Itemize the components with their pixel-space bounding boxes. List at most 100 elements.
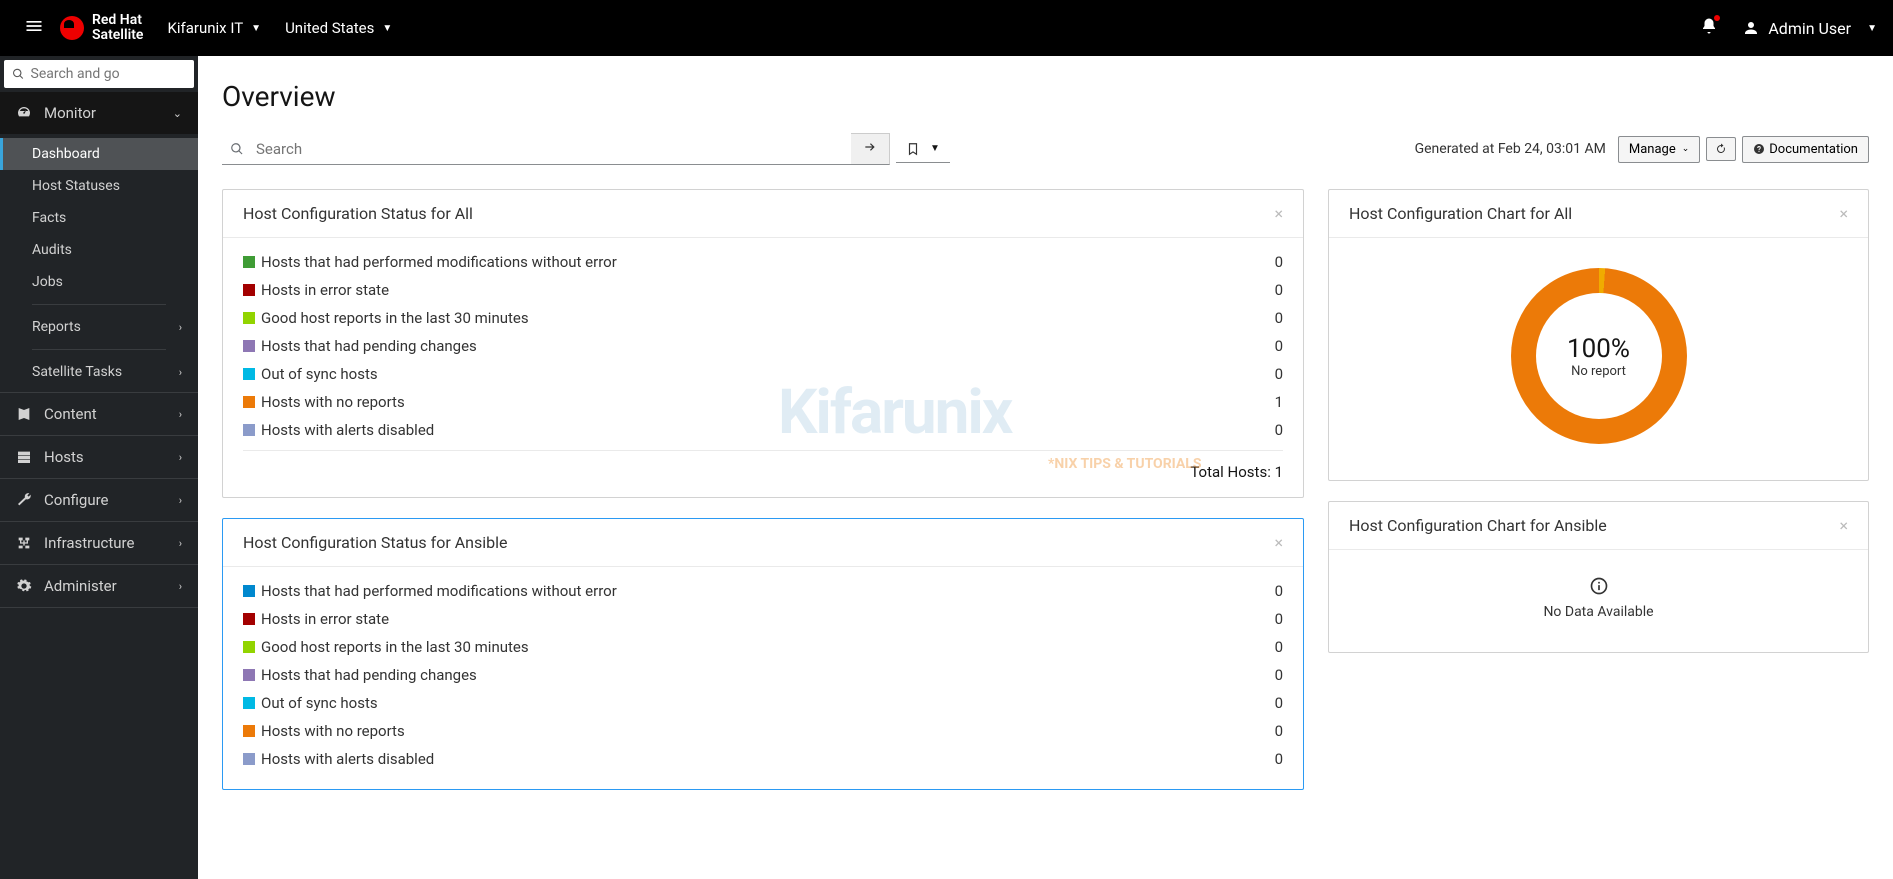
book-icon [16, 406, 32, 422]
no-data-text: No Data Available [1543, 604, 1653, 620]
caret-down-icon: ⌄ [1682, 144, 1690, 154]
status-row[interactable]: Hosts with alerts disabled0 [243, 745, 1283, 773]
location-dropdown[interactable]: United States ▼ [285, 19, 392, 37]
color-swatch [243, 340, 255, 352]
notification-dot-icon [1714, 15, 1720, 21]
nav-configure[interactable]: Configure › [0, 479, 198, 521]
user-menu[interactable]: Admin User ▼ [1742, 19, 1877, 38]
refresh-button[interactable] [1706, 137, 1736, 161]
nav-facts[interactable]: Facts [0, 202, 198, 234]
status-row[interactable]: Hosts in error state0 [243, 605, 1283, 633]
search-icon [230, 142, 244, 156]
nav-jobs[interactable]: Jobs [0, 266, 198, 298]
manage-button[interactable]: Manage ⌄ [1618, 136, 1700, 163]
nav-hosts-label: Hosts [44, 448, 84, 466]
status-value: 0 [1275, 638, 1283, 656]
status-label: Hosts that had performed modifications w… [261, 582, 1275, 600]
brand-logo[interactable]: Red Hat Satellite [60, 13, 143, 44]
status-row[interactable]: Hosts in error state0 [243, 276, 1283, 304]
widget-title: Host Configuration Status for Ansible [243, 533, 508, 552]
color-swatch [243, 256, 255, 268]
total-value: 1 [1275, 463, 1283, 481]
nav-content[interactable]: Content › [0, 393, 198, 435]
widget-chart-all: Host Configuration Chart for All × 100% … [1328, 189, 1869, 481]
status-label: Hosts with alerts disabled [261, 421, 1275, 439]
nav-dashboard[interactable]: Dashboard [0, 138, 198, 170]
redhat-icon [60, 16, 84, 40]
status-row[interactable]: Hosts that had pending changes0 [243, 332, 1283, 360]
close-icon[interactable]: × [1839, 516, 1848, 535]
wrench-icon [16, 492, 32, 508]
color-swatch [243, 669, 255, 681]
status-row[interactable]: Hosts with no reports0 [243, 717, 1283, 745]
dashboard-icon [16, 105, 32, 121]
nav-administer[interactable]: Administer › [0, 565, 198, 607]
color-swatch [243, 725, 255, 737]
brand-text: Red Hat Satellite [92, 13, 143, 44]
close-icon[interactable]: × [1274, 533, 1283, 552]
status-label: Hosts with alerts disabled [261, 750, 1275, 768]
hamburger-button[interactable] [16, 8, 52, 48]
nav-audits[interactable]: Audits [0, 234, 198, 266]
org-dropdown[interactable]: Kifarunix IT ▼ [167, 19, 261, 37]
status-row[interactable]: Good host reports in the last 30 minutes… [243, 633, 1283, 661]
chevron-right-icon: › [179, 537, 182, 550]
nav-host-statuses[interactable]: Host Statuses [0, 170, 198, 202]
status-label: Hosts that had pending changes [261, 666, 1275, 684]
widget-status-ansible: Host Configuration Status for Ansible × … [222, 518, 1304, 790]
nav-infrastructure[interactable]: Infrastructure › [0, 522, 198, 564]
nav-tasks-label: Satellite Tasks [32, 364, 122, 380]
search-submit-button[interactable] [851, 133, 890, 165]
search-bar[interactable] [222, 134, 852, 165]
server-icon [16, 449, 32, 465]
status-row[interactable]: Hosts with alerts disabled0 [243, 416, 1283, 444]
nav-hosts[interactable]: Hosts › [0, 436, 198, 478]
main-content: Overview ▼ Generated at Feb 24, 03:01 AM… [198, 56, 1893, 879]
caret-down-icon: ▼ [1867, 23, 1877, 34]
status-row[interactable]: Hosts with no reports1 [243, 388, 1283, 416]
status-label: Out of sync hosts [261, 694, 1275, 712]
close-icon[interactable]: × [1274, 204, 1283, 223]
chevron-right-icon: › [179, 580, 182, 593]
status-row[interactable]: Out of sync hosts0 [243, 689, 1283, 717]
status-row[interactable]: Hosts that had pending changes0 [243, 661, 1283, 689]
gear-icon [16, 578, 32, 594]
bookmark-dropdown[interactable]: ▼ [896, 136, 950, 163]
widget-title: Host Configuration Chart for All [1349, 204, 1572, 223]
documentation-button[interactable]: Documentation [1742, 136, 1869, 163]
close-icon[interactable]: × [1839, 204, 1848, 223]
nav-monitor[interactable]: Monitor ⌄ [0, 92, 198, 134]
widget-chart-ansible: Host Configuration Chart for Ansible × N… [1328, 501, 1869, 653]
status-label: Hosts with no reports [261, 722, 1275, 740]
sidebar-search[interactable] [4, 60, 194, 88]
divider [32, 304, 166, 305]
status-row[interactable]: Good host reports in the last 30 minutes… [243, 304, 1283, 332]
color-swatch [243, 368, 255, 380]
color-swatch [243, 753, 255, 765]
status-label: Hosts with no reports [261, 393, 1275, 411]
refresh-icon [1715, 143, 1727, 155]
status-label: Hosts that had performed modifications w… [261, 253, 1275, 271]
nav-reports[interactable]: Reports › [0, 311, 198, 343]
network-icon [16, 535, 32, 551]
notifications-button[interactable] [1700, 17, 1718, 39]
status-row[interactable]: Hosts that had performed modifications w… [243, 248, 1283, 276]
color-swatch [243, 284, 255, 296]
status-row[interactable]: Out of sync hosts0 [243, 360, 1283, 388]
status-value: 0 [1275, 610, 1283, 628]
status-value: 1 [1275, 393, 1283, 411]
widget-status-all: Host Configuration Status for All × Host… [222, 189, 1304, 498]
status-value: 0 [1275, 309, 1283, 327]
sidebar-search-input[interactable] [31, 66, 186, 82]
nav-satellite-tasks[interactable]: Satellite Tasks › [0, 356, 198, 388]
status-row[interactable]: Hosts that had performed modifications w… [243, 577, 1283, 605]
total-label: Total Hosts: [1190, 463, 1271, 481]
brand-line1: Red Hat [92, 13, 143, 28]
search-input[interactable] [252, 134, 852, 164]
color-swatch [243, 585, 255, 597]
status-value: 0 [1275, 281, 1283, 299]
status-value: 0 [1275, 253, 1283, 271]
nav-administer-label: Administer [44, 577, 117, 595]
status-value: 0 [1275, 337, 1283, 355]
color-swatch [243, 312, 255, 324]
